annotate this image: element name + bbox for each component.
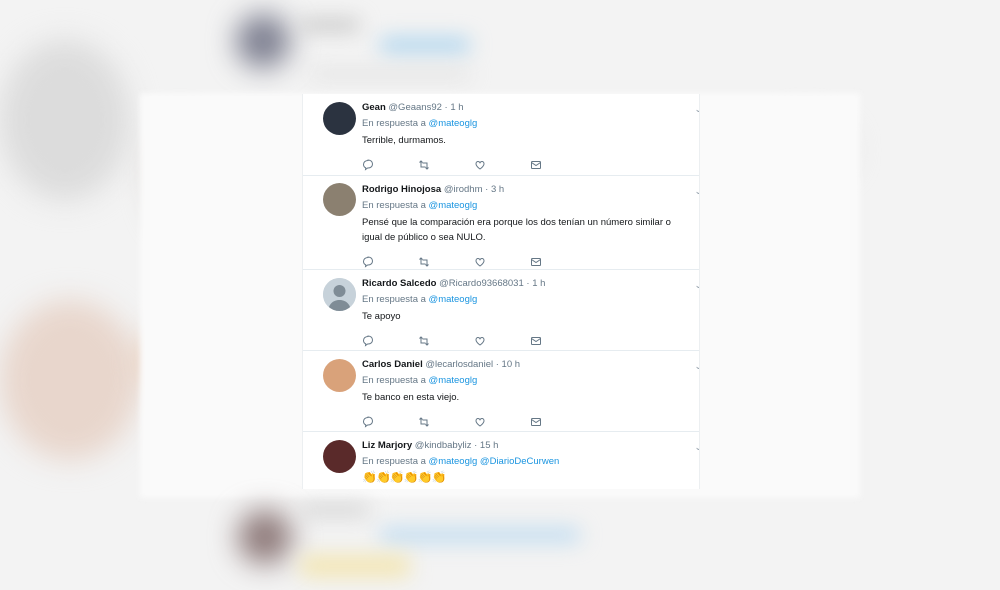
reply-context: En respuesta a @mateoglg — [362, 293, 691, 306]
reply-mention[interactable]: @mateoglg — [429, 118, 478, 129]
tweet-time[interactable]: 15 h — [480, 440, 499, 451]
avatar[interactable] — [323, 183, 356, 216]
like-icon[interactable] — [474, 255, 530, 269]
dm-icon[interactable] — [530, 334, 586, 348]
reply-context: En respuesta a @mateoglg — [362, 117, 691, 130]
reply-prefix: En respuesta a — [362, 375, 426, 386]
retweet-icon[interactable] — [418, 415, 474, 429]
reply-mention[interactable]: @mateoglg — [429, 294, 478, 305]
chevron-down-icon[interactable]: ⌄ — [694, 280, 699, 291]
reply-mention[interactable]: @mateoglg — [429, 456, 478, 467]
user-name[interactable]: Ricardo Salcedo — [362, 278, 436, 289]
chevron-down-icon[interactable]: ⌄ — [694, 104, 699, 115]
avatar[interactable] — [323, 278, 356, 311]
user-handle[interactable]: @Geaans92 — [388, 102, 441, 113]
tweet-text: 👏👏👏👏👏👏 — [362, 470, 447, 484]
tweet-header: Liz Marjory @kindbabyliz · 15 h — [362, 439, 691, 452]
tweet-text: Pensé que la comparación era porque los … — [362, 217, 671, 243]
avatar[interactable] — [323, 440, 356, 473]
reply-icon[interactable] — [362, 415, 418, 429]
reply-mention-2[interactable]: @DiarioDeCurwen — [480, 456, 559, 467]
dm-icon[interactable] — [530, 255, 586, 269]
user-name[interactable]: Liz Marjory — [362, 440, 412, 451]
default-avatar-icon — [323, 278, 356, 311]
reply-prefix: En respuesta a — [362, 294, 426, 305]
separator-dot: · — [474, 440, 478, 451]
dm-icon[interactable] — [530, 415, 586, 429]
reply-icon[interactable] — [362, 334, 418, 348]
tweet-item[interactable]: ⌄ Liz Marjory @kindbabyliz · 15 h En res… — [303, 432, 699, 489]
replies-timeline: ⌄ Gean @Geaans92 · 1 h En respuesta a @m… — [302, 94, 700, 489]
user-handle[interactable]: @Ricardo93668031 — [439, 278, 524, 289]
chevron-down-icon[interactable]: ⌄ — [694, 442, 699, 453]
tweet-item[interactable]: ⌄ Gean @Geaans92 · 1 h En respuesta a @m… — [303, 94, 699, 176]
reply-context: En respuesta a @mateoglg — [362, 199, 691, 212]
dm-icon[interactable] — [530, 158, 586, 172]
tweet-item[interactable]: ⌄ Carlos Daniel @lecarlosdaniel · 10 h E… — [303, 351, 699, 432]
retweet-icon[interactable] — [418, 334, 474, 348]
tweet-actions — [362, 334, 691, 348]
reply-context: En respuesta a @mateoglg @DiarioDeCurwen — [362, 455, 691, 468]
tweet-text: Terrible, durmamos. — [362, 135, 446, 146]
tweet-actions — [362, 415, 691, 429]
separator-dot: · — [444, 102, 448, 113]
separator-dot: · — [526, 278, 530, 289]
tweet-actions — [362, 255, 691, 269]
avatar[interactable] — [323, 102, 356, 135]
tweet-time[interactable]: 1 h — [532, 278, 545, 289]
separator-dot: · — [495, 359, 499, 370]
user-name[interactable]: Carlos Daniel — [362, 359, 423, 370]
chevron-down-icon[interactable]: ⌄ — [694, 361, 699, 372]
separator-dot: · — [485, 184, 489, 195]
tweet-actions — [362, 158, 691, 172]
tweet-header: Rodrigo Hinojosa @irodhm · 3 h — [362, 183, 691, 196]
retweet-icon[interactable] — [418, 158, 474, 172]
tweet-header: Gean @Geaans92 · 1 h — [362, 101, 691, 114]
tweet-item[interactable]: ⌄ Rodrigo Hinojosa @irodhm · 3 h En resp… — [303, 176, 699, 270]
retweet-icon[interactable] — [418, 255, 474, 269]
tweet-header: Ricardo Salcedo @Ricardo93668031 · 1 h — [362, 277, 691, 290]
user-handle[interactable]: @kindbabyliz — [415, 440, 472, 451]
tweet-time[interactable]: 1 h — [450, 102, 463, 113]
avatar[interactable] — [323, 359, 356, 392]
like-icon[interactable] — [474, 415, 530, 429]
like-icon[interactable] — [474, 158, 530, 172]
reply-icon[interactable] — [362, 158, 418, 172]
tweet-text: Te banco en esta viejo. — [362, 392, 460, 403]
tweet-header: Carlos Daniel @lecarlosdaniel · 10 h — [362, 358, 691, 371]
tweet-time[interactable]: 3 h — [491, 184, 504, 195]
reply-prefix: En respuesta a — [362, 456, 426, 467]
chevron-down-icon[interactable]: ⌄ — [694, 186, 699, 197]
reply-prefix: En respuesta a — [362, 200, 426, 211]
user-handle[interactable]: @irodhm — [444, 184, 483, 195]
user-handle[interactable]: @lecarlosdaniel — [425, 359, 493, 370]
like-icon[interactable] — [474, 334, 530, 348]
user-name[interactable]: Rodrigo Hinojosa — [362, 184, 441, 195]
reply-prefix: En respuesta a — [362, 118, 426, 129]
tweet-time[interactable]: 10 h — [502, 359, 521, 370]
reply-mention[interactable]: @mateoglg — [429, 200, 478, 211]
reply-mention[interactable]: @mateoglg — [429, 375, 478, 386]
user-name[interactable]: Gean — [362, 102, 386, 113]
tweet-item[interactable]: ⌄ Ricardo Salcedo @Ricardo93668031 · 1 h… — [303, 270, 699, 351]
reply-icon[interactable] — [362, 255, 418, 269]
tweet-text: Te apoyo — [362, 311, 401, 322]
reply-context: En respuesta a @mateoglg — [362, 374, 691, 387]
